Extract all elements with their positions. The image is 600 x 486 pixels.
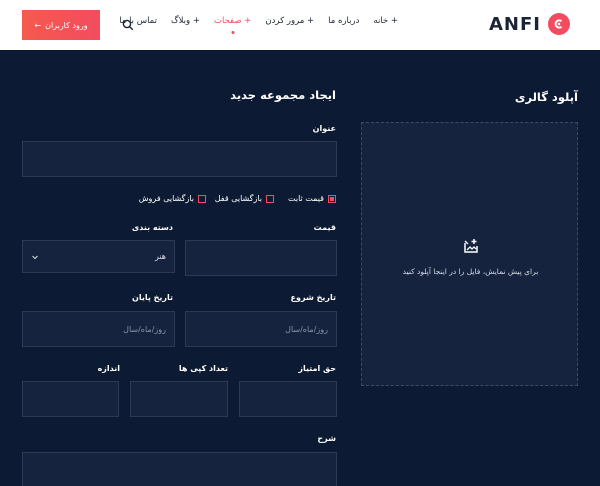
size-input[interactable] bbox=[22, 381, 119, 417]
nav-item-pages-label: صفحات + bbox=[213, 16, 252, 26]
price-label: قیمت bbox=[313, 223, 336, 232]
royalty-label: حق امتیاز bbox=[298, 364, 336, 373]
price-input[interactable] bbox=[185, 240, 337, 276]
upload-title: آپلود گالری bbox=[514, 90, 578, 104]
main-nav: خانه + درباره ما مرور کردن + صفحات + وبل… bbox=[105, 16, 398, 34]
start-date-input[interactable] bbox=[185, 311, 337, 347]
end-date-label: تاریخ پایان bbox=[131, 293, 173, 302]
end-date-input[interactable] bbox=[22, 311, 175, 347]
name-input[interactable] bbox=[22, 141, 337, 177]
form-title: ایجاد مجموعه جدید bbox=[230, 88, 336, 102]
royalty-input[interactable] bbox=[239, 381, 337, 417]
nav-item-about[interactable]: درباره ما bbox=[328, 16, 359, 26]
checkbox-sale[interactable] bbox=[198, 194, 206, 203]
nav-item-home[interactable]: خانه + bbox=[373, 16, 398, 26]
description-input[interactable] bbox=[22, 452, 337, 486]
image-upload-icon bbox=[464, 239, 478, 253]
option-unlock[interactable]: بازگشایی قفل bbox=[215, 194, 274, 203]
checkbox-unlock[interactable] bbox=[266, 194, 274, 203]
site-header: ANFI خانه + درباره ما مرور کردن + صفحات … bbox=[0, 0, 600, 50]
logo-text: ANFI bbox=[489, 13, 541, 35]
copies-label: تعداد کپی ها bbox=[178, 364, 228, 373]
description-label: شرح bbox=[317, 434, 336, 443]
category-label: دسته بندی bbox=[131, 223, 173, 232]
nav-item-blog[interactable]: وبلاگ + bbox=[171, 16, 200, 26]
login-button-label: ورود کاربران bbox=[45, 20, 88, 30]
upload-dropzone[interactable]: برای پیش نمایش، فایل را در اینجا آپلود ک… bbox=[361, 122, 578, 386]
category-select[interactable]: هنر bbox=[22, 240, 175, 273]
start-date-label: تاریخ شروع bbox=[290, 293, 336, 302]
nav-item-pages[interactable]: صفحات + bbox=[213, 16, 252, 34]
option-fixed-price-label: قیمت ثابت bbox=[287, 194, 324, 203]
category-value: هنر bbox=[154, 252, 166, 261]
option-sale[interactable]: بازگشایی فروش bbox=[139, 194, 206, 203]
chevron-down-icon bbox=[32, 255, 38, 259]
option-sale-label: بازگشایی فروش bbox=[138, 194, 194, 203]
upload-hint: برای پیش نمایش، فایل را در اینجا آپلود ک… bbox=[402, 267, 539, 276]
arrow-left-icon: ← bbox=[34, 20, 42, 30]
checkbox-fixed-price[interactable] bbox=[328, 194, 336, 203]
nav-item-browse[interactable]: مرور کردن + bbox=[265, 16, 314, 26]
active-dot bbox=[231, 31, 235, 34]
option-fixed-price[interactable]: قیمت ثابت bbox=[288, 194, 336, 203]
option-unlock-label: بازگشایی قفل bbox=[214, 194, 262, 203]
search-icon[interactable] bbox=[122, 19, 134, 31]
copies-input[interactable] bbox=[130, 381, 228, 417]
login-button[interactable]: ← ورود کاربران bbox=[22, 10, 100, 40]
name-label: عنوان bbox=[312, 124, 336, 133]
logo[interactable]: ANFI bbox=[489, 11, 570, 37]
logo-mark-icon bbox=[548, 13, 570, 35]
size-label: اندازه bbox=[97, 364, 120, 373]
